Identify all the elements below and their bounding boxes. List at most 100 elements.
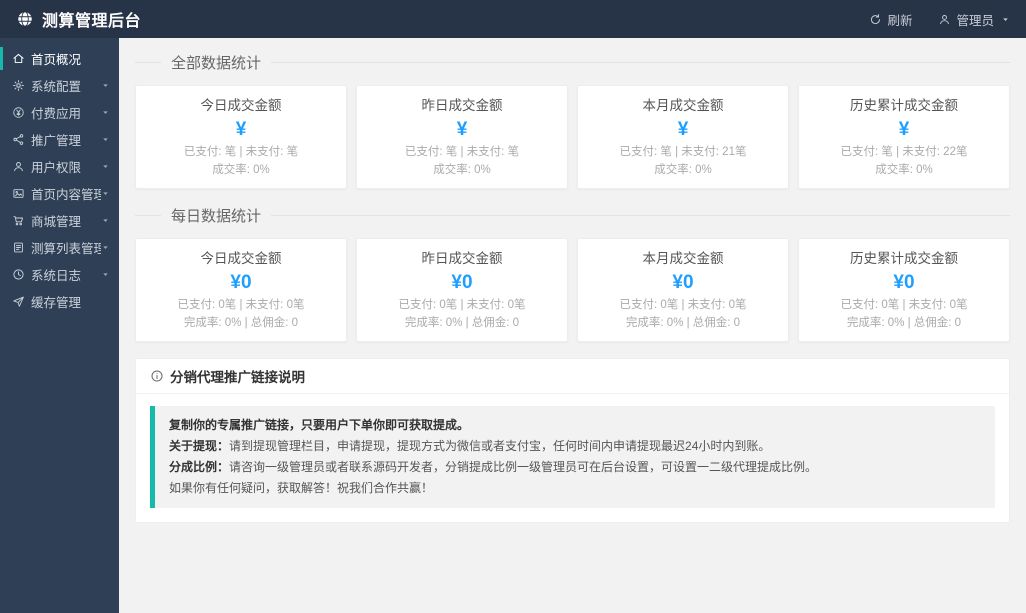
promo-note-panel: 分销代理推广链接说明 复制你的专属推广链接，只要用户下单你即可获取提成。 关于提现… xyxy=(135,358,1010,523)
promo-note-line: 如果你有任何疑问，获取解答！祝我们合作共赢！ xyxy=(169,478,981,499)
note-line-bold: 分成比例： xyxy=(169,460,230,474)
stat-card: 历史累计成交金额 ¥0 已支付: 0笔 | 未支付: 0笔 完成率: 0% | … xyxy=(798,238,1010,342)
stat-card-amount: ¥0 xyxy=(230,272,252,293)
chevron-down-icon xyxy=(1001,15,1010,24)
cart-icon xyxy=(12,214,25,227)
chevron-down-icon xyxy=(101,135,110,144)
send-icon xyxy=(12,295,25,308)
promo-panel-title: 分销代理推广链接说明 xyxy=(170,370,305,385)
app-logo: 测算管理后台 xyxy=(16,7,141,31)
stat-card-detail-1: 已支付: 笔 | 未支付: 21笔 xyxy=(619,146,747,158)
promo-panel-body: 复制你的专属推广链接，只要用户下单你即可获取提成。 关于提现：请到提现管理栏目，申… xyxy=(136,394,1009,522)
gear-icon xyxy=(12,79,25,92)
stat-card-amount: ¥ xyxy=(677,119,689,140)
stat-card-detail-1: 已支付: 笔 | 未支付: 笔 xyxy=(404,146,520,158)
sidebar-item-label: 推广管理 xyxy=(31,134,82,148)
stat-card-title: 今日成交金额 xyxy=(200,98,282,113)
promo-note-lines: 复制你的专属推广链接，只要用户下单你即可获取提成。 关于提现：请到提现管理栏目，申… xyxy=(150,406,995,508)
section-title: 每日数据统计 xyxy=(135,205,1010,226)
stats-section: 每日数据统计 今日成交金额 ¥0 已支付: 0笔 | 未支付: 0笔 完成率: … xyxy=(135,205,1010,342)
sidebar-item-label: 测算列表管理 xyxy=(31,242,101,256)
stat-card-detail-1: 已支付: 0笔 | 未支付: 0笔 xyxy=(619,299,747,311)
stat-card-detail-2: 成交率: 0% xyxy=(212,164,270,176)
stat-card-title: 昨日成交金额 xyxy=(421,98,503,113)
stat-card: 本月成交金额 ¥ 已支付: 笔 | 未支付: 21笔 成交率: 0% xyxy=(577,85,789,189)
note-line-bold: 关于提现： xyxy=(169,439,230,453)
sidebar-item-mall[interactable]: 商城管理 xyxy=(0,207,119,234)
sidebar-menu: 首页概况 系统配置 付费应用 推广管理 用户权限 首页内容管理 商城管理 测算列… xyxy=(0,38,119,613)
admin-user-dropdown[interactable]: 管理员 xyxy=(938,10,1010,29)
section-title-text: 全部数据统计 xyxy=(171,55,262,72)
user-icon xyxy=(938,13,951,26)
stat-card-detail-2: 完成率: 0% | 总佣金: 0 xyxy=(625,317,741,329)
stat-card-grid: 今日成交金额 ¥0 已支付: 0笔 | 未支付: 0笔 完成率: 0% | 总佣… xyxy=(135,238,1010,342)
app-header: 测算管理后台 刷新 管理员 xyxy=(0,0,1026,38)
refresh-icon xyxy=(869,13,882,26)
stat-card-amount: ¥0 xyxy=(451,272,473,293)
sidebar-item-label: 首页概况 xyxy=(31,53,82,67)
sidebar-item-home-content[interactable]: 首页内容管理 xyxy=(0,180,119,207)
sidebar-item-paid-apps[interactable]: 付费应用 xyxy=(0,99,119,126)
sidebar-item-calc-list[interactable]: 测算列表管理 xyxy=(0,234,119,261)
promo-panel-header: 分销代理推广链接说明 xyxy=(136,359,1009,394)
image-icon xyxy=(12,187,25,200)
chevron-down-icon xyxy=(101,243,110,252)
stat-card-detail-1: 已支付: 0笔 | 未支付: 0笔 xyxy=(177,299,305,311)
stat-card-detail-2: 完成率: 0% | 总佣金: 0 xyxy=(183,317,299,329)
user-icon xyxy=(12,160,25,173)
chevron-down-icon xyxy=(101,216,110,225)
home-icon xyxy=(12,52,25,65)
stat-card: 今日成交金额 ¥0 已支付: 0笔 | 未支付: 0笔 完成率: 0% | 总佣… xyxy=(135,238,347,342)
stat-card-detail-2: 成交率: 0% xyxy=(433,164,491,176)
stat-card-amount: ¥0 xyxy=(672,272,694,293)
section-title: 全部数据统计 xyxy=(135,52,1010,73)
stat-card-title: 本月成交金额 xyxy=(642,251,724,266)
chevron-down-icon xyxy=(101,189,110,198)
share-icon xyxy=(12,133,25,146)
stat-card-detail-2: 完成率: 0% | 总佣金: 0 xyxy=(404,317,520,329)
sidebar-item-label: 系统配置 xyxy=(31,80,82,94)
sidebar-item-system-config[interactable]: 系统配置 xyxy=(0,72,119,99)
app-title: 测算管理后台 xyxy=(42,13,142,30)
stat-card-amount: ¥ xyxy=(235,119,247,140)
globe-logo-icon xyxy=(16,10,34,28)
stat-card: 本月成交金额 ¥0 已支付: 0笔 | 未支付: 0笔 完成率: 0% | 总佣… xyxy=(577,238,789,342)
stat-card-detail-2: 完成率: 0% | 总佣金: 0 xyxy=(846,317,962,329)
promo-note-line: 分成比例：请咨询一级管理员或者联系源码开发者，分销提成比例一级管理员可在后台设置… xyxy=(169,457,981,478)
note-line-text: 请到提现管理栏目，申请提现，提现方式为微信或者支付宝，任何时间内申请提现最迟24… xyxy=(229,439,771,453)
list-icon xyxy=(12,241,25,254)
stats-section: 全部数据统计 今日成交金额 ¥ 已支付: 笔 | 未支付: 笔 成交率: 0% … xyxy=(135,52,1010,189)
stat-card-detail-2: 成交率: 0% xyxy=(654,164,712,176)
sidebar-item-system-log[interactable]: 系统日志 xyxy=(0,261,119,288)
sidebar-item-cache[interactable]: 缓存管理 xyxy=(0,288,119,315)
stat-card: 昨日成交金额 ¥0 已支付: 0笔 | 未支付: 0笔 完成率: 0% | 总佣… xyxy=(356,238,568,342)
note-line-bold: 复制你的专属推广链接，只要用户下单你即可获取提成。 xyxy=(169,418,470,432)
stat-card-title: 历史累计成交金额 xyxy=(850,98,958,113)
note-line-text: 如果你有任何疑问，获取解答！祝我们合作共赢！ xyxy=(169,481,434,495)
sidebar-item-home-overview[interactable]: 首页概况 xyxy=(0,45,119,72)
sidebar-item-user-permissions[interactable]: 用户权限 xyxy=(0,153,119,180)
title-rule-right xyxy=(271,62,1010,63)
stat-card-detail-1: 已支付: 笔 | 未支付: 22笔 xyxy=(840,146,968,158)
sidebar-item-label: 首页内容管理 xyxy=(31,188,101,202)
stat-card: 今日成交金额 ¥ 已支付: 笔 | 未支付: 笔 成交率: 0% xyxy=(135,85,347,189)
chevron-down-icon xyxy=(101,162,110,171)
stat-card-title: 今日成交金额 xyxy=(200,251,282,266)
chevron-down-icon xyxy=(101,270,110,279)
clock-icon xyxy=(12,268,25,281)
sidebar-item-promotion[interactable]: 推广管理 xyxy=(0,126,119,153)
stat-card-detail-2: 成交率: 0% xyxy=(875,164,933,176)
title-rule-left xyxy=(135,215,161,216)
sidebar-item-label: 系统日志 xyxy=(31,269,82,283)
stat-card-title: 本月成交金额 xyxy=(642,98,724,113)
stat-card-title: 昨日成交金额 xyxy=(421,251,503,266)
stat-card: 历史累计成交金额 ¥ 已支付: 笔 | 未支付: 22笔 成交率: 0% xyxy=(798,85,1010,189)
note-line-text: 请咨询一级管理员或者联系源码开发者，分销提成比例一级管理员可在后台设置，可设置一… xyxy=(229,460,818,474)
sidebar-item-label: 商城管理 xyxy=(31,215,82,229)
stat-card-amount: ¥ xyxy=(456,119,468,140)
stat-card-grid: 今日成交金额 ¥ 已支付: 笔 | 未支付: 笔 成交率: 0% 昨日成交金额 … xyxy=(135,85,1010,189)
stats-sections: 全部数据统计 今日成交金额 ¥ 已支付: 笔 | 未支付: 笔 成交率: 0% … xyxy=(135,52,1010,342)
refresh-button[interactable]: 刷新 xyxy=(869,10,912,29)
chevron-down-icon xyxy=(101,81,110,90)
stat-card-detail-1: 已支付: 0笔 | 未支付: 0笔 xyxy=(840,299,968,311)
